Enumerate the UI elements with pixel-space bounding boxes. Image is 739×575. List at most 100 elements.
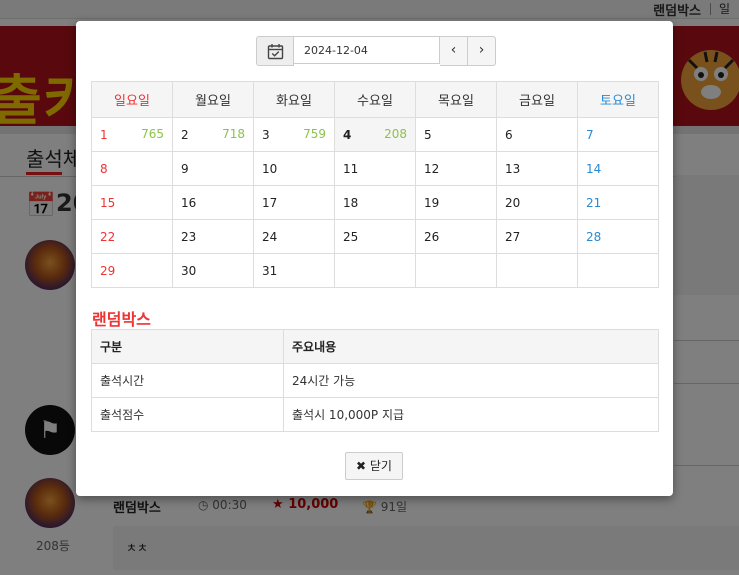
calendar-week-row: 29 30 31 [91, 253, 659, 288]
calendar-day-cell[interactable]: 10 [253, 151, 335, 186]
calendar-day-cell[interactable]: 31 [253, 253, 335, 288]
info-cell: 출석시 10,000P 지급 [283, 397, 659, 432]
calendar-day-cell[interactable]: 18 [334, 185, 416, 220]
calendar-day-cell[interactable]: 30 [172, 253, 254, 288]
calendar-day-cell[interactable]: 17 [253, 185, 335, 220]
calendar-day-cell[interactable]: 15 [91, 185, 173, 220]
calendar-day-cell[interactable]: 25 [334, 219, 416, 254]
calendar-day-cell[interactable]: 28 [577, 219, 659, 254]
attendance-calendar-modal: 2024-12-04 ‹ › 일요일 월요일 화요일 수요일 목요일 금요일 토… [76, 21, 673, 496]
calendar-day-number: 11 [343, 161, 359, 176]
close-icon: ✖ [356, 459, 367, 473]
calendar-day-number: 23 [181, 229, 197, 244]
calendar-day-cell[interactable]: 22 [91, 219, 173, 254]
calendar-day-number: 12 [424, 161, 440, 176]
calendar-day-cell[interactable]: 6 [496, 117, 578, 152]
calendar-day-number: 4 [343, 127, 352, 142]
calendar-day-number: 17 [262, 195, 278, 210]
date-input[interactable]: 2024-12-04 [294, 36, 440, 64]
calendar-day-cell[interactable]: 11 [334, 151, 416, 186]
calendar-day-number: 15 [100, 195, 116, 210]
calendar-table: 일요일 월요일 화요일 수요일 목요일 금요일 토요일 1 765 2 718 3 759… [91, 81, 659, 288]
calendar-day-cell[interactable]: 12 [415, 151, 497, 186]
calendar-day-cell[interactable]: 19 [415, 185, 497, 220]
calendar-day-number: 24 [262, 229, 278, 244]
prev-month-button[interactable]: ‹ [440, 36, 468, 66]
calendar-check-icon [267, 43, 283, 59]
calendar-button[interactable] [256, 36, 294, 66]
calendar-day-cell[interactable]: 21 [577, 185, 659, 220]
calendar-day-number: 5 [424, 127, 432, 142]
info-table: 구분 주요내용 출석시간 24시간 가능 출석점수 출석시 10,000P 지급 [91, 329, 659, 432]
calendar-day-cell[interactable]: 29 [91, 253, 173, 288]
calendar-day-cell[interactable]: 13 [496, 151, 578, 186]
calendar-day-cell[interactable]: 23 [172, 219, 254, 254]
weekday-header: 수요일 [334, 81, 416, 118]
calendar-week-row: 1 765 2 718 3 759 4 208 5 6 7 [91, 117, 659, 152]
calendar-day-number: 25 [343, 229, 359, 244]
calendar-day-cell[interactable]: 24 [253, 219, 335, 254]
calendar-day-number: 31 [262, 263, 278, 278]
info-cell: 24시간 가능 [283, 363, 659, 398]
calendar-day-number: 18 [343, 195, 359, 210]
attendance-count: 765 [141, 127, 164, 141]
close-button[interactable]: ✖ 닫기 [345, 452, 403, 480]
info-row: 출석시간 24시간 가능 [91, 363, 659, 398]
calendar-day-number: 19 [424, 195, 440, 210]
calendar-day-cell [415, 253, 497, 288]
calendar-day-number: 13 [505, 161, 521, 176]
calendar-day-number: 20 [505, 195, 521, 210]
calendar-day-cell[interactable]: 7 [577, 117, 659, 152]
calendar-day-number: 1 [100, 127, 108, 142]
calendar-day-number: 3 [262, 127, 270, 142]
info-title: 랜덤박스 [92, 310, 151, 329]
weekday-header: 토요일 [577, 81, 659, 118]
calendar-day-cell[interactable]: 14 [577, 151, 659, 186]
info-header: 구분 [91, 329, 284, 364]
weekday-header: 화요일 [253, 81, 335, 118]
calendar-day-number: 2 [181, 127, 189, 142]
calendar-day-number: 27 [505, 229, 521, 244]
info-header-row: 구분 주요내용 [91, 329, 659, 364]
calendar-day-cell [496, 253, 578, 288]
weekday-header: 금요일 [496, 81, 578, 118]
info-header: 주요내용 [283, 329, 659, 364]
calendar-day-cell[interactable]: 2 718 [172, 117, 254, 152]
calendar-day-cell[interactable]: 5 [415, 117, 497, 152]
calendar-day-cell[interactable]: 8 [91, 151, 173, 186]
calendar-day-cell[interactable]: 4 208 [334, 117, 416, 152]
calendar-day-number: 16 [181, 195, 197, 210]
calendar-day-cell[interactable]: 20 [496, 185, 578, 220]
date-picker-bar: 2024-12-04 ‹ › [256, 36, 496, 66]
calendar-day-cell [577, 253, 659, 288]
calendar-day-number: 10 [262, 161, 278, 176]
attendance-count: 208 [384, 127, 407, 141]
calendar-day-cell[interactable]: 9 [172, 151, 254, 186]
calendar-day-cell[interactable]: 3 759 [253, 117, 335, 152]
calendar-day-number: 22 [100, 229, 116, 244]
calendar-day-number: 6 [505, 127, 513, 142]
calendar-day-number: 29 [100, 263, 116, 278]
calendar-day-number: 26 [424, 229, 440, 244]
info-cell: 출석점수 [91, 397, 284, 432]
calendar-week-row: 15 16 17 18 19 20 21 [91, 185, 659, 220]
calendar-day-number: 30 [181, 263, 197, 278]
weekday-header: 월요일 [172, 81, 254, 118]
calendar-day-number: 21 [586, 195, 602, 210]
close-button-label: 닫기 [369, 459, 392, 473]
calendar-day-number: 9 [181, 161, 189, 176]
calendar-body: 1 765 2 718 3 759 4 208 5 6 7 8 9 10 11 12 13 14 15 16 17 18 1… [91, 117, 659, 288]
weekday-header: 일요일 [91, 81, 173, 118]
calendar-day-cell[interactable]: 16 [172, 185, 254, 220]
calendar-day-cell[interactable]: 26 [415, 219, 497, 254]
calendar-day-number: 7 [586, 127, 594, 142]
calendar-day-cell[interactable]: 1 765 [91, 117, 173, 152]
calendar-day-cell [334, 253, 416, 288]
next-month-button[interactable]: › [468, 36, 496, 66]
attendance-count: 718 [222, 127, 245, 141]
weekday-header-row: 일요일 월요일 화요일 수요일 목요일 금요일 토요일 [91, 81, 659, 118]
calendar-day-cell[interactable]: 27 [496, 219, 578, 254]
attendance-count: 759 [303, 127, 326, 141]
calendar-week-row: 8 9 10 11 12 13 14 [91, 151, 659, 186]
calendar-day-number: 14 [586, 161, 602, 176]
